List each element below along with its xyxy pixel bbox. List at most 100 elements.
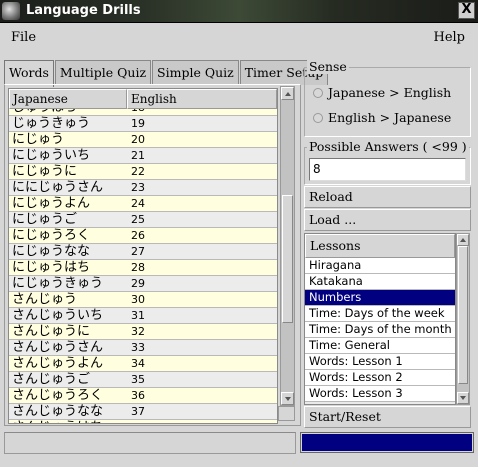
cell-english: 24 bbox=[131, 197, 145, 210]
table-row[interactable]: さんじゅうなな 37 bbox=[9, 404, 277, 420]
table-row[interactable]: さんじゅうに 32 bbox=[9, 324, 277, 340]
cell-japanese: じゅうはち bbox=[9, 109, 127, 115]
cell-english: 21 bbox=[131, 149, 145, 162]
scroll-thumb[interactable] bbox=[282, 195, 293, 323]
radio-english-japanese[interactable] bbox=[313, 113, 323, 123]
cell-japanese: さんじゅうろく bbox=[12, 388, 104, 403]
cell-japanese: さんじゅうご bbox=[12, 372, 91, 387]
start-reset-button[interactable]: Start/Reset bbox=[304, 406, 471, 428]
cell-english: 30 bbox=[131, 293, 145, 306]
cell-english: 23 bbox=[131, 181, 145, 194]
lesson-item[interactable]: Words: Lesson 3 bbox=[305, 386, 455, 402]
cell-english: 33 bbox=[131, 341, 145, 354]
close-icon[interactable]: X bbox=[458, 2, 475, 19]
app-icon[interactable] bbox=[2, 2, 20, 20]
menu-file[interactable]: File bbox=[11, 30, 36, 45]
table-row[interactable]: さんじゅうさん 33 bbox=[9, 340, 277, 356]
radio-label-english-japanese[interactable]: English > Japanese bbox=[328, 110, 451, 125]
lesson-item[interactable]: Numbers bbox=[305, 290, 455, 306]
lessons-scrollbar[interactable] bbox=[456, 233, 470, 405]
sense-label: Sense bbox=[307, 59, 349, 74]
possible-answers-field[interactable]: 8 bbox=[309, 158, 466, 181]
cell-english: 26 bbox=[131, 229, 145, 242]
cell-english: 25 bbox=[131, 213, 145, 226]
table-row[interactable]: さんじゅうはち38 bbox=[9, 420, 277, 423]
table-row[interactable]: さんじゅういち 31 bbox=[9, 308, 277, 324]
lesson-item[interactable]: Time: General bbox=[305, 338, 455, 354]
cell-japanese: にじゅうご bbox=[12, 212, 78, 227]
tab-multiple-quiz[interactable]: Multiple Quiz bbox=[54, 60, 152, 85]
lesson-item[interactable]: Time: Days of the month bbox=[305, 322, 455, 338]
table-row[interactable]: にじゅうろく 26 bbox=[9, 228, 277, 244]
cell-japanese: にじゅうきゅう bbox=[12, 276, 104, 291]
table-row[interactable]: にじゅうご 25 bbox=[9, 212, 277, 228]
table-row[interactable]: さんじゅうご 35 bbox=[9, 372, 277, 388]
cell-japanese: さんじゅう bbox=[12, 292, 78, 307]
table-header: Japanese English bbox=[9, 89, 277, 109]
cell-japanese: さんじゅういち bbox=[12, 308, 104, 323]
scroll-down-icon[interactable] bbox=[281, 392, 294, 405]
reload-button[interactable]: Reload bbox=[304, 186, 471, 208]
window-title: Language Drills bbox=[26, 3, 141, 18]
table-row[interactable]: にじゅうよん 24 bbox=[9, 196, 277, 212]
cell-japanese: にじゅうに bbox=[12, 164, 78, 179]
scroll-corner bbox=[278, 406, 295, 421]
cell-japanese: にじゅうよん bbox=[12, 196, 91, 211]
lessons-scroll-up-icon[interactable] bbox=[457, 234, 469, 246]
cell-english: 37 bbox=[131, 405, 145, 418]
table-row[interactable]: じゅうきゅう 19 bbox=[9, 116, 277, 132]
lessons-list: Lessons Hiragana Katakana Numbers Time: Day… bbox=[304, 233, 456, 405]
lesson-item[interactable]: Hiragana bbox=[305, 258, 455, 274]
lesson-item[interactable]: Words: Lesson 2 bbox=[305, 370, 455, 386]
table-row[interactable]: にじゅうに 22 bbox=[9, 164, 277, 180]
menu-bar: File Help bbox=[0, 24, 478, 52]
lesson-item[interactable]: Words: Lesson 1 bbox=[305, 354, 455, 370]
lessons-scroll-down-icon[interactable] bbox=[457, 392, 469, 404]
cell-english: 35 bbox=[131, 373, 145, 386]
cell-japanese: じゅうきゅう bbox=[12, 116, 91, 131]
cell-english: 31 bbox=[131, 309, 145, 322]
lessons-scroll-thumb[interactable] bbox=[458, 246, 468, 384]
cell-english: 20 bbox=[131, 133, 145, 146]
column-header-japanese[interactable]: Japanese bbox=[9, 89, 127, 109]
table-row[interactable]: じゅうはち18 bbox=[9, 109, 277, 116]
radio-label-japanese-english[interactable]: Japanese > English bbox=[328, 85, 451, 100]
load-button[interactable]: Load ... bbox=[304, 209, 471, 231]
possible-answers-label: Possible Answers ( <99 ) bbox=[307, 139, 469, 154]
table-row[interactable]: にじゅうきゅう 29 bbox=[9, 276, 277, 292]
progress-bar bbox=[300, 432, 474, 453]
tab-words[interactable]: Words bbox=[4, 60, 54, 87]
tab-simple-quiz[interactable]: Simple Quiz bbox=[152, 60, 239, 85]
column-header-english[interactable]: English bbox=[127, 89, 277, 109]
table-body: じゅうはち18じゅうきゅう19にじゅう20にじゅういち 21 にじゅうに 22 ににじゅ… bbox=[9, 109, 277, 423]
table-row[interactable]: にじゅうはち 28 bbox=[9, 260, 277, 276]
cell-japanese: にじゅうなな bbox=[12, 244, 91, 259]
table-row[interactable]: さんじゅうろく 36 bbox=[9, 388, 277, 404]
table-row[interactable]: にじゅう 20 bbox=[9, 132, 277, 148]
cell-japanese: にじゅうろく bbox=[12, 228, 91, 243]
cell-japanese: さんじゅうさん bbox=[12, 340, 104, 355]
cell-english: 18 bbox=[127, 109, 277, 115]
lesson-item[interactable]: Katakana bbox=[305, 274, 455, 290]
cell-japanese: にじゅういち bbox=[12, 148, 91, 163]
lesson-item[interactable]: Time: Days of the week bbox=[305, 306, 455, 322]
cell-english: 22 bbox=[131, 165, 145, 178]
title-bar: Language Drills X bbox=[0, 0, 478, 23]
table-row[interactable]: さんじゅう 30 bbox=[9, 292, 277, 308]
menu-help[interactable]: Help bbox=[433, 30, 465, 45]
cell-japanese: さんじゅうはち bbox=[9, 420, 127, 423]
cell-japanese: にじゅうはち bbox=[12, 260, 91, 275]
status-bar bbox=[4, 432, 296, 454]
cell-english: 29 bbox=[131, 277, 145, 290]
cell-japanese: ににじゅうさん bbox=[12, 180, 104, 195]
cell-english: 38 bbox=[127, 420, 277, 423]
cell-english: 34 bbox=[131, 357, 145, 370]
table-row[interactable]: にじゅういち 21 bbox=[9, 148, 277, 164]
table-row[interactable]: さんじゅうよん 34 bbox=[9, 356, 277, 372]
scroll-up-icon[interactable] bbox=[281, 87, 294, 100]
table-row[interactable]: ににじゅうさん 23 bbox=[9, 180, 277, 196]
lessons-header[interactable]: Lessons bbox=[305, 234, 455, 258]
radio-japanese-english[interactable] bbox=[313, 88, 323, 98]
table-row[interactable]: にじゅうなな 27 bbox=[9, 244, 277, 260]
table-scrollbar[interactable] bbox=[280, 86, 295, 406]
